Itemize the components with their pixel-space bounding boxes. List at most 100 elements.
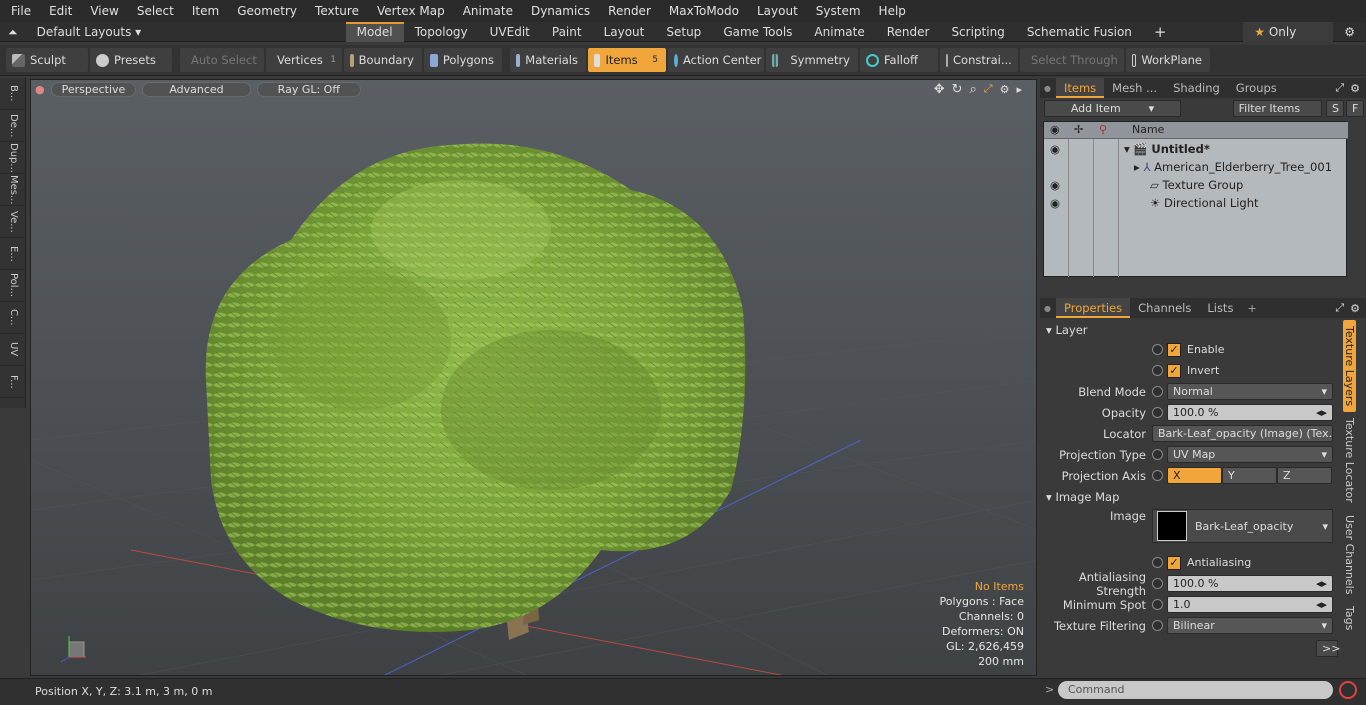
locator-select[interactable]: Bark-Leaf_opacity (Image) (Tex...▾ xyxy=(1152,425,1333,442)
add-tab-icon[interactable]: + xyxy=(1143,22,1178,42)
search-f-button[interactable]: F xyxy=(1346,100,1364,117)
tab-animate[interactable]: Animate xyxy=(803,22,875,42)
symmetry-button[interactable]: Symmetry xyxy=(766,48,858,72)
tab-model[interactable]: Model xyxy=(345,21,404,42)
min-spot-dot[interactable] xyxy=(1152,599,1163,610)
aa-strength-input[interactable]: 100.0 % ◂▸ xyxy=(1167,575,1333,592)
only-toggle[interactable]: ★ Only xyxy=(1243,21,1334,42)
eye-icon[interactable]: ◉ xyxy=(1050,140,1060,158)
gear-icon[interactable]: ⚙ xyxy=(1333,22,1366,42)
opacity-dot[interactable] xyxy=(1152,407,1163,418)
maximize-icon[interactable]: ⤢ xyxy=(984,82,993,96)
action-center-button[interactable]: Action Center xyxy=(668,48,764,72)
image-map-section-header[interactable]: ▾ Image Map xyxy=(1046,489,1119,506)
antialiasing-dot[interactable] xyxy=(1152,557,1163,568)
tab-texture-layers[interactable]: Texture Layers xyxy=(1343,320,1356,413)
perspective-button[interactable]: Perspective xyxy=(50,81,137,97)
viewport-gear-icon[interactable]: ⚙ xyxy=(1000,83,1010,96)
left-tab-ve[interactable]: Ve... xyxy=(0,206,24,238)
blend-mode-select[interactable]: Normal ▾ xyxy=(1167,383,1333,400)
menu-layout[interactable]: Layout xyxy=(746,0,805,22)
projection-type-select[interactable]: UV Map ▾ xyxy=(1167,446,1333,463)
left-tab-b[interactable]: B... xyxy=(0,78,24,110)
select-through-button[interactable]: Select Through xyxy=(1020,48,1124,72)
move-icon[interactable]: ✥ xyxy=(934,82,945,97)
tree-row-texture-group[interactable]: ◉ ▱ Texture Group xyxy=(1044,176,1348,194)
menu-help[interactable]: Help xyxy=(868,0,913,22)
auto-select-button[interactable]: Auto Select xyxy=(180,48,264,72)
tree-row-light[interactable]: ◉ ☀ Directional Light xyxy=(1044,194,1348,212)
record-icon[interactable] xyxy=(1339,681,1357,699)
tab-layout[interactable]: Layout xyxy=(593,22,656,42)
blend-dot[interactable] xyxy=(1152,386,1163,397)
tree-row-scene[interactable]: ◉ ▾ 🎬 Untitled* xyxy=(1044,140,1348,158)
menu-file[interactable]: File xyxy=(0,0,38,22)
image-select[interactable]: Bark-Leaf_opacity ▾ xyxy=(1152,509,1333,543)
default-layouts-dropdown[interactable]: Default Layouts ▾ xyxy=(26,22,346,42)
enable-dot[interactable] xyxy=(1152,344,1163,355)
left-tab-mes[interactable]: Mes... xyxy=(0,174,24,206)
collapse-icon[interactable]: ⏶ xyxy=(0,22,26,42)
invert-dot[interactable] xyxy=(1152,365,1163,376)
tab-mesh[interactable]: Mesh ... xyxy=(1104,78,1165,98)
projection-axis-dot[interactable] xyxy=(1152,470,1163,481)
3d-viewport[interactable]: ● Perspective Advanced Ray GL: Off ✥ ↻ ⌕… xyxy=(30,79,1037,676)
raygl-button[interactable]: Ray GL: Off xyxy=(256,81,361,97)
tab-lists[interactable]: Lists xyxy=(1199,298,1241,318)
menu-render[interactable]: Render xyxy=(597,0,658,22)
polygons-button[interactable]: Polygons xyxy=(424,48,502,72)
enable-checkbox[interactable]: ✓ xyxy=(1167,342,1181,357)
eye-icon[interactable]: ◉ xyxy=(1050,194,1060,212)
left-tab-f[interactable]: F... xyxy=(0,366,24,398)
menu-dynamics[interactable]: Dynamics xyxy=(520,0,597,22)
texture-filtering-dot[interactable] xyxy=(1152,620,1163,631)
command-input[interactable]: Command xyxy=(1058,681,1333,699)
menu-select[interactable]: Select xyxy=(126,0,181,22)
viewport-dot-icon[interactable]: ● xyxy=(35,83,45,96)
tab-schematic-fusion[interactable]: Schematic Fusion xyxy=(1016,22,1143,42)
menu-texture[interactable]: Texture xyxy=(304,0,366,22)
panel-gear-icon[interactable]: ⚙ xyxy=(1350,302,1360,315)
invert-checkbox[interactable]: ✓ xyxy=(1167,363,1181,378)
projection-type-dot[interactable] xyxy=(1152,449,1163,460)
axis-y-button[interactable]: Y xyxy=(1222,467,1277,484)
materials-button[interactable]: Materials xyxy=(510,48,586,72)
more-button[interactable]: >> xyxy=(1316,640,1340,657)
workplane-button[interactable]: WorkPlane xyxy=(1126,48,1210,72)
add-tab-icon[interactable]: + xyxy=(1241,302,1262,315)
tab-game-tools[interactable]: Game Tools xyxy=(712,22,803,42)
tab-items[interactable]: Items xyxy=(1056,78,1105,98)
tab-tags[interactable]: Tags xyxy=(1343,600,1356,636)
vertices-button[interactable]: Vertices 1 xyxy=(266,48,342,72)
menu-maxtomodo[interactable]: MaxToModo xyxy=(658,0,746,22)
constraints-button[interactable]: Constrai... xyxy=(940,48,1018,72)
left-tab-e[interactable]: E... xyxy=(0,238,24,270)
left-tab-pol[interactable]: Pol... xyxy=(0,270,24,302)
menu-animate[interactable]: Animate xyxy=(452,0,520,22)
left-tab-uv[interactable]: UV xyxy=(0,334,24,366)
texture-filtering-select[interactable]: Bilinear ▾ xyxy=(1167,617,1333,634)
left-tab-c[interactable]: C... xyxy=(0,302,24,334)
aa-strength-dot[interactable] xyxy=(1152,578,1163,589)
viewport-arrow-icon[interactable]: ▸ xyxy=(1016,83,1022,96)
opacity-input[interactable]: 100.0 % ◂▸ xyxy=(1167,404,1333,421)
rotate-icon[interactable]: ↻ xyxy=(952,82,963,97)
tab-uvedit[interactable]: UVEdit xyxy=(479,22,541,42)
menu-item[interactable]: Item xyxy=(181,0,226,22)
tab-user-channels[interactable]: User Channels xyxy=(1343,509,1356,600)
left-tab-dup[interactable]: Dup... xyxy=(0,142,24,174)
axis-x-button[interactable]: X xyxy=(1167,467,1222,484)
tree-row-mesh[interactable]: ▸ ⅄ American_Elderberry_Tree_001 xyxy=(1044,158,1348,176)
add-item-button[interactable]: Add Item ▾ xyxy=(1044,100,1182,117)
menu-system[interactable]: System xyxy=(805,0,868,22)
advanced-button[interactable]: Advanced xyxy=(142,81,251,97)
menu-view[interactable]: View xyxy=(79,0,125,22)
layer-section-header[interactable]: ▾ Layer xyxy=(1046,322,1088,339)
min-spot-input[interactable]: 1.0 ◂▸ xyxy=(1167,596,1333,613)
panel-gear-icon[interactable]: ⚙ xyxy=(1350,82,1360,95)
boundary-button[interactable]: Boundary xyxy=(344,48,422,72)
panel-expand-icon[interactable]: ⤢ xyxy=(1335,301,1344,315)
sculpt-button[interactable]: Sculpt xyxy=(6,48,88,72)
menu-edit[interactable]: Edit xyxy=(38,0,79,22)
tab-topology[interactable]: Topology xyxy=(404,22,479,42)
